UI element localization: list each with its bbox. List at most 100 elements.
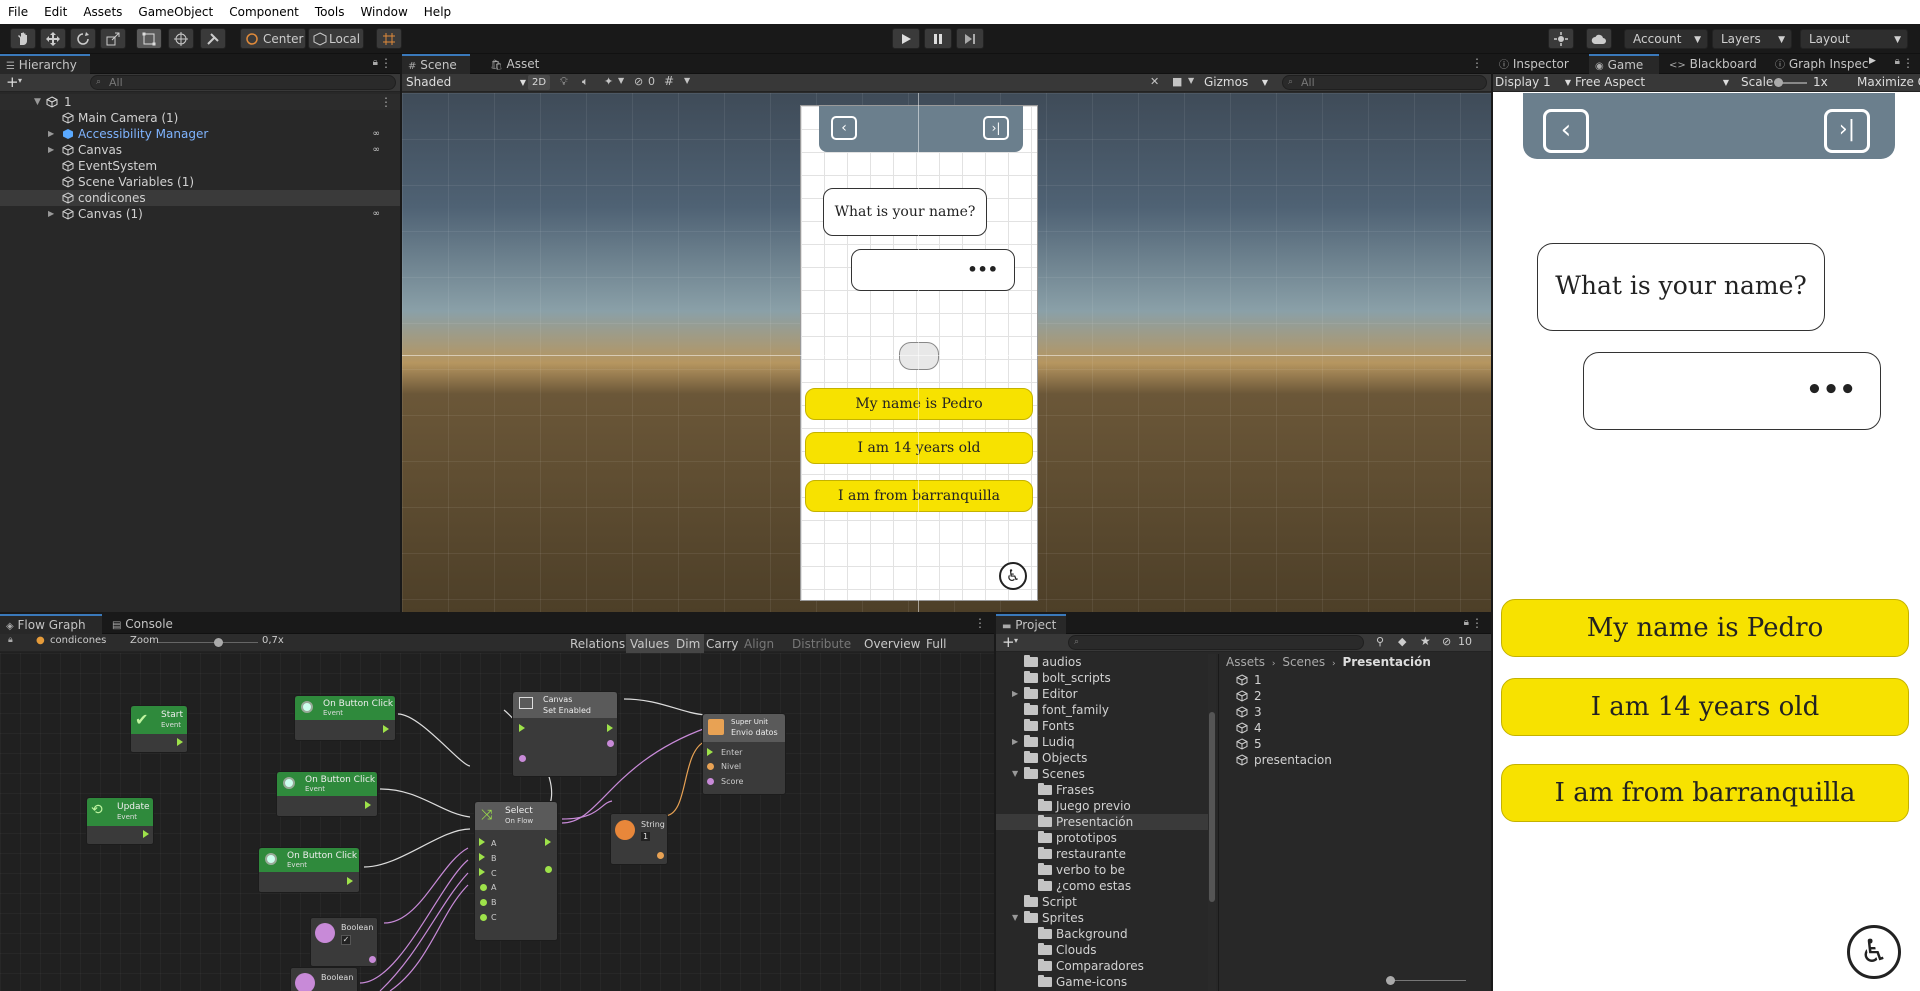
flow-output-port[interactable] [545, 838, 551, 846]
scene-search-input[interactable]: ⌕ All [1282, 75, 1487, 90]
canvas-set-enabled-node[interactable]: Canvas Set Enabled [512, 691, 618, 777]
label-icon[interactable]: ◆ [1398, 635, 1406, 648]
more-menu-icon[interactable]: ⋮ [1471, 616, 1483, 630]
menu-tools[interactable]: Tools [307, 0, 353, 24]
project-folder-item[interactable]: Background [996, 926, 1208, 942]
tab-scroll-arrow-icon[interactable]: ▶ [1869, 56, 1876, 66]
visibility-icon[interactable]: ∞ [373, 142, 381, 158]
project-folder-item[interactable]: Game-icons [996, 974, 1208, 990]
rect-tool-icon[interactable] [136, 28, 162, 49]
menu-file[interactable]: File [0, 0, 36, 24]
lock-icon[interactable]: 🔒︎ [1464, 617, 1469, 628]
overview-button[interactable]: Overview [860, 634, 925, 654]
project-search-input[interactable]: ⌕ [1068, 635, 1364, 650]
game-answer-button-3[interactable]: I am from barranquilla [1501, 764, 1909, 822]
chevron-down-icon[interactable]: ▾ [18, 76, 22, 85]
hierarchy-search-input[interactable]: ⌕ All [90, 75, 396, 90]
visibility-icon[interactable]: ∞ [373, 126, 381, 142]
gizmos-dropdown[interactable]: Gizmos ▼ [1204, 74, 1268, 91]
project-folder-item[interactable]: ▶ Ludiq [996, 734, 1208, 750]
project-folder-item[interactable]: Clouds [996, 942, 1208, 958]
visibility-icon[interactable]: ∞ [373, 206, 381, 222]
answer-button-1[interactable]: My name is Pedro [805, 388, 1033, 420]
tab-graph-inspector[interactable]: ⓘ Graph Inspec [1769, 54, 1879, 74]
project-folder-item[interactable]: prototipos [996, 830, 1208, 846]
game-answer-button-1[interactable]: My name is Pedro [1501, 599, 1909, 657]
scale-slider-thumb[interactable] [1774, 78, 1783, 87]
menu-component[interactable]: Component [221, 0, 307, 24]
flow-output-port[interactable] [347, 877, 353, 885]
lock-icon[interactable]: 🔒︎ [1895, 56, 1900, 67]
dim-button[interactable]: Dim [672, 634, 705, 654]
zoom-slider[interactable] [158, 638, 258, 647]
breadcrumb-current[interactable]: Presentación [1342, 655, 1431, 669]
more-menu-icon[interactable]: ⋮ [380, 94, 392, 110]
tree-scrollbar[interactable] [1208, 654, 1216, 991]
shading-mode-dropdown[interactable]: Shaded ▼ [406, 74, 526, 91]
game-accessibility-icon[interactable]: ♿︎ [1847, 925, 1901, 979]
tab-project[interactable]: ▬ Project [996, 614, 1066, 634]
values-button[interactable]: Values [626, 634, 674, 654]
flow-output-port[interactable] [607, 724, 613, 732]
grid-snap-icon[interactable] [376, 28, 402, 49]
value-output-port[interactable] [657, 852, 664, 859]
game-viewport[interactable]: ‹ ›| What is your name? ••• My name is P… [1493, 93, 1920, 991]
flow-input-port[interactable] [519, 724, 525, 732]
expand-triangle-icon[interactable]: ▶ [48, 142, 54, 158]
hierarchy-item[interactable]: EventSystem [0, 158, 400, 174]
expand-triangle-icon[interactable]: ▶ [48, 126, 54, 142]
project-folder-item[interactable]: audios [996, 654, 1208, 670]
skip-button[interactable]: ›| [983, 116, 1009, 140]
select-on-flow-node[interactable]: ⤨ Select On Flow A B C A B C [474, 801, 558, 941]
hierarchy-item[interactable]: condicones [0, 190, 400, 206]
menu-window[interactable]: Window [352, 0, 415, 24]
tab-hierarchy[interactable]: ☰ Hierarchy [0, 54, 90, 74]
hand-tool-icon[interactable] [10, 28, 36, 49]
scene-file-item[interactable]: 2 [1232, 688, 1472, 704]
effects-icon[interactable]: ✦ [604, 75, 613, 88]
tab-game[interactable]: ◉ Game [1589, 54, 1659, 74]
breadcrumb-scenes[interactable]: Scenes [1282, 655, 1325, 669]
rotate-tool-icon[interactable] [70, 28, 96, 49]
project-folder-item[interactable]: Frases [996, 782, 1208, 798]
scale-slider[interactable] [1774, 78, 1807, 87]
scene-file-item[interactable]: presentacion [1232, 752, 1472, 768]
camera-icon[interactable]: ■ [1172, 75, 1182, 88]
back-button[interactable]: ‹ [831, 116, 857, 140]
play-button[interactable] [892, 28, 920, 49]
on-button-click-node-2[interactable]: On Button Click Event [276, 771, 378, 817]
project-folder-item[interactable]: font_family [996, 702, 1208, 718]
flow-input-port[interactable] [707, 748, 713, 756]
relations-button[interactable]: Relations [566, 634, 629, 654]
boolean-literal-node-2[interactable]: Boolean [290, 967, 358, 991]
hierarchy-item[interactable]: Main Camera (1) [0, 110, 400, 126]
menu-help[interactable]: Help [416, 0, 459, 24]
hierarchy-item[interactable]: ▶ Canvas ∞ [0, 142, 400, 158]
value-input-port-a[interactable] [480, 884, 487, 891]
carry-button[interactable]: Carry [702, 634, 743, 654]
layers-dropdown[interactable]: Layers ▼ [1712, 29, 1792, 49]
value-input-port-nivel[interactable] [707, 763, 714, 770]
boolean-literal-node-1[interactable]: Boolean ✓ [310, 917, 378, 967]
display-dropdown[interactable]: Display 1 ▼ [1495, 74, 1571, 91]
on-button-click-node-1[interactable]: On Button Click Event [294, 695, 396, 741]
value-output-port[interactable] [607, 740, 614, 747]
hierarchy-item[interactable]: Scene Variables (1) [0, 174, 400, 190]
value-output-port[interactable] [369, 956, 376, 963]
account-dropdown[interactable]: Account ▼ [1624, 29, 1708, 49]
scene-file-item[interactable]: 4 [1232, 720, 1472, 736]
expand-triangle-icon[interactable]: ▶ [48, 206, 54, 222]
hidden-objects-icon[interactable]: ⊘ [634, 75, 643, 88]
expand-triangle-icon[interactable]: ▼ [34, 94, 41, 110]
game-skip-button[interactable]: ›| [1824, 109, 1870, 153]
project-folder-item[interactable]: restaurante [996, 846, 1208, 862]
tab-blackboard[interactable]: <> Blackboard [1663, 54, 1763, 74]
transform-tool-icon[interactable] [168, 28, 194, 49]
project-folder-item[interactable]: bolt_scripts [996, 670, 1208, 686]
flow-input-port-b[interactable] [479, 853, 485, 861]
value-output-port[interactable] [545, 866, 552, 873]
grid-icon[interactable]: # [664, 74, 674, 88]
project-folder-item[interactable]: Fonts [996, 718, 1208, 734]
icon-size-slider-thumb[interactable] [1386, 976, 1395, 985]
value-input-port-score[interactable] [707, 778, 714, 785]
